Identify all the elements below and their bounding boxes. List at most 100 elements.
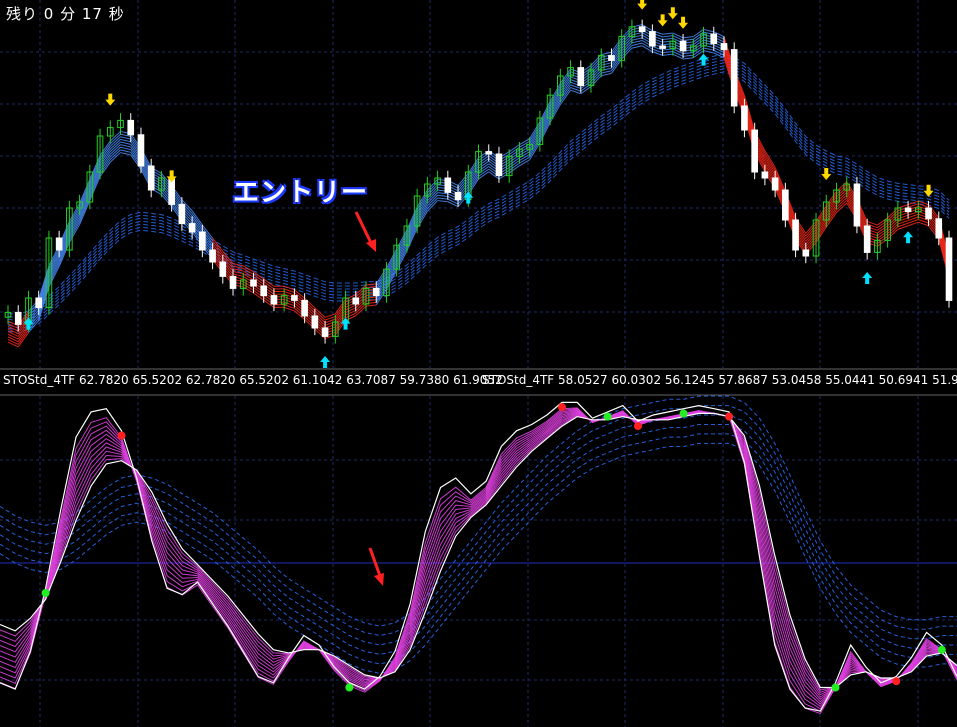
candle-body: [945, 237, 953, 301]
stoch-arrow-head: [374, 573, 384, 586]
candle-body: [55, 237, 63, 251]
candle-body: [178, 203, 186, 225]
sell-signal-arrow: [678, 16, 689, 29]
fast-ribbon-segment: [7, 331, 19, 337]
candle-body: [35, 297, 42, 309]
fast-ribbon-segment: [662, 35, 673, 38]
fast-ribbon-segment: [120, 136, 131, 140]
countdown-timer: 残り 0 分 17 秒: [6, 5, 125, 23]
fast-ribbon-segment: [836, 192, 848, 203]
sell-signal-arrow: [105, 93, 116, 106]
candle-body: [649, 31, 656, 47]
fast-ribbon-segment: [672, 51, 684, 57]
fast-ribbon-segment: [836, 184, 848, 195]
candle-body: [291, 295, 298, 301]
fast-ribbon-segment: [631, 42, 643, 47]
fast-ribbon-segment: [345, 310, 356, 316]
candle-body: [444, 177, 452, 193]
fast-ribbon-segment: [109, 146, 121, 158]
stoch-signal-dot: [679, 409, 688, 418]
candle-body: [608, 55, 615, 61]
candle-body: [260, 285, 268, 297]
fast-ribbon-segment: [631, 39, 643, 44]
fast-ribbon-segment: [345, 304, 356, 311]
candle-body: [863, 225, 871, 253]
indicator-label-2: STOStd_4TF 58.0527 60.0302 56.1245 57.86…: [482, 373, 957, 387]
candle-body: [229, 275, 237, 289]
fast-ribbon-segment: [345, 312, 356, 319]
fast-ribbon-segment: [437, 197, 448, 200]
stoch-ribbon-line: [0, 408, 957, 712]
candle-body: [209, 249, 216, 263]
slow-ribbon-line: [7, 59, 950, 322]
fast-ribbon-segment: [365, 283, 377, 286]
candle-body: [720, 43, 728, 51]
fast-ribbon-segment: [109, 136, 121, 147]
fast-ribbon-segment: [631, 37, 643, 41]
stoch-signal-dot: [634, 422, 642, 431]
candle-body: [321, 327, 329, 337]
fast-ribbon-segment: [437, 194, 448, 197]
fast-ribbon-segment: [120, 149, 131, 153]
fast-ribbon-segment: [355, 284, 367, 296]
candle-body: [301, 299, 308, 317]
fast-ribbon-segment: [887, 215, 899, 227]
fast-ribbon-segment: [68, 213, 81, 233]
fast-ribbon-segment: [109, 138, 121, 150]
slow-ribbon-line: [7, 62, 950, 325]
stoch-signal-dot: [41, 589, 50, 597]
fast-ribbon-segment: [887, 226, 899, 237]
fast-ribbon-segment: [120, 146, 131, 151]
fast-ribbon-segment: [662, 53, 673, 56]
stoch-ribbon-line: [0, 409, 957, 708]
candle-body: [802, 249, 810, 257]
fast-ribbon-segment: [683, 57, 694, 60]
fast-ribbon-segment: [109, 144, 121, 155]
stoch-ribbon-line: [0, 412, 957, 691]
fast-ribbon-segment: [601, 64, 612, 69]
fast-ribbon-segment: [703, 28, 714, 33]
candle-body: [782, 189, 789, 221]
candle-body: [250, 279, 257, 287]
stoch-main-line: [0, 412, 957, 689]
fast-ribbon-segment: [887, 223, 899, 235]
stoch-slow-ribbon: [0, 414, 957, 646]
stoch-signal-dot: [892, 677, 901, 686]
fast-ribbon-segment: [365, 304, 377, 307]
entry-arrow-line: [354, 211, 374, 246]
candle-body: [904, 207, 912, 213]
sell-signal-arrow: [637, 0, 648, 10]
candle-body: [188, 223, 196, 233]
slow-ribbon-line: [7, 68, 950, 331]
stoch-signal-dot: [603, 412, 612, 421]
stoch-arrow-line: [368, 547, 382, 577]
indicator-label-1: STOStd_4TF 62.7820 65.5202 62.7820 65.52…: [3, 373, 503, 387]
fast-ribbon-segment: [437, 200, 448, 203]
stoch-slow-ribbon: [0, 433, 957, 665]
fast-ribbon-segment: [447, 201, 459, 208]
fast-ribbon-segment: [683, 36, 694, 39]
fast-ribbon-segment: [396, 240, 408, 260]
fast-ribbon-segment: [887, 228, 899, 240]
fast-ribbon-segment: [662, 32, 673, 35]
fast-ribbon-segment: [672, 53, 684, 60]
fast-ribbon-segment: [7, 333, 19, 340]
candle-body: [741, 105, 748, 131]
stoch-ribbon-line: [0, 411, 957, 703]
stoch-signal-dot: [345, 683, 354, 692]
candle-body: [659, 45, 666, 49]
fast-ribbon-segment: [887, 210, 899, 221]
stoch-ribbon-line: [0, 410, 957, 705]
fast-ribbon-segment: [683, 38, 694, 41]
candle-body: [761, 171, 769, 179]
candle-body: [372, 287, 380, 297]
fast-ribbon-segment: [683, 54, 694, 57]
candle-body: [935, 218, 943, 239]
fast-ribbon-segment: [662, 51, 673, 54]
candle-body: [751, 129, 758, 173]
fast-ribbon-segment: [601, 62, 612, 66]
fast-ribbon-segment: [120, 138, 131, 143]
stoch-ribbon-line: [0, 408, 957, 710]
fast-ribbon-segment: [703, 47, 714, 51]
fast-ribbon-segment: [7, 336, 19, 343]
